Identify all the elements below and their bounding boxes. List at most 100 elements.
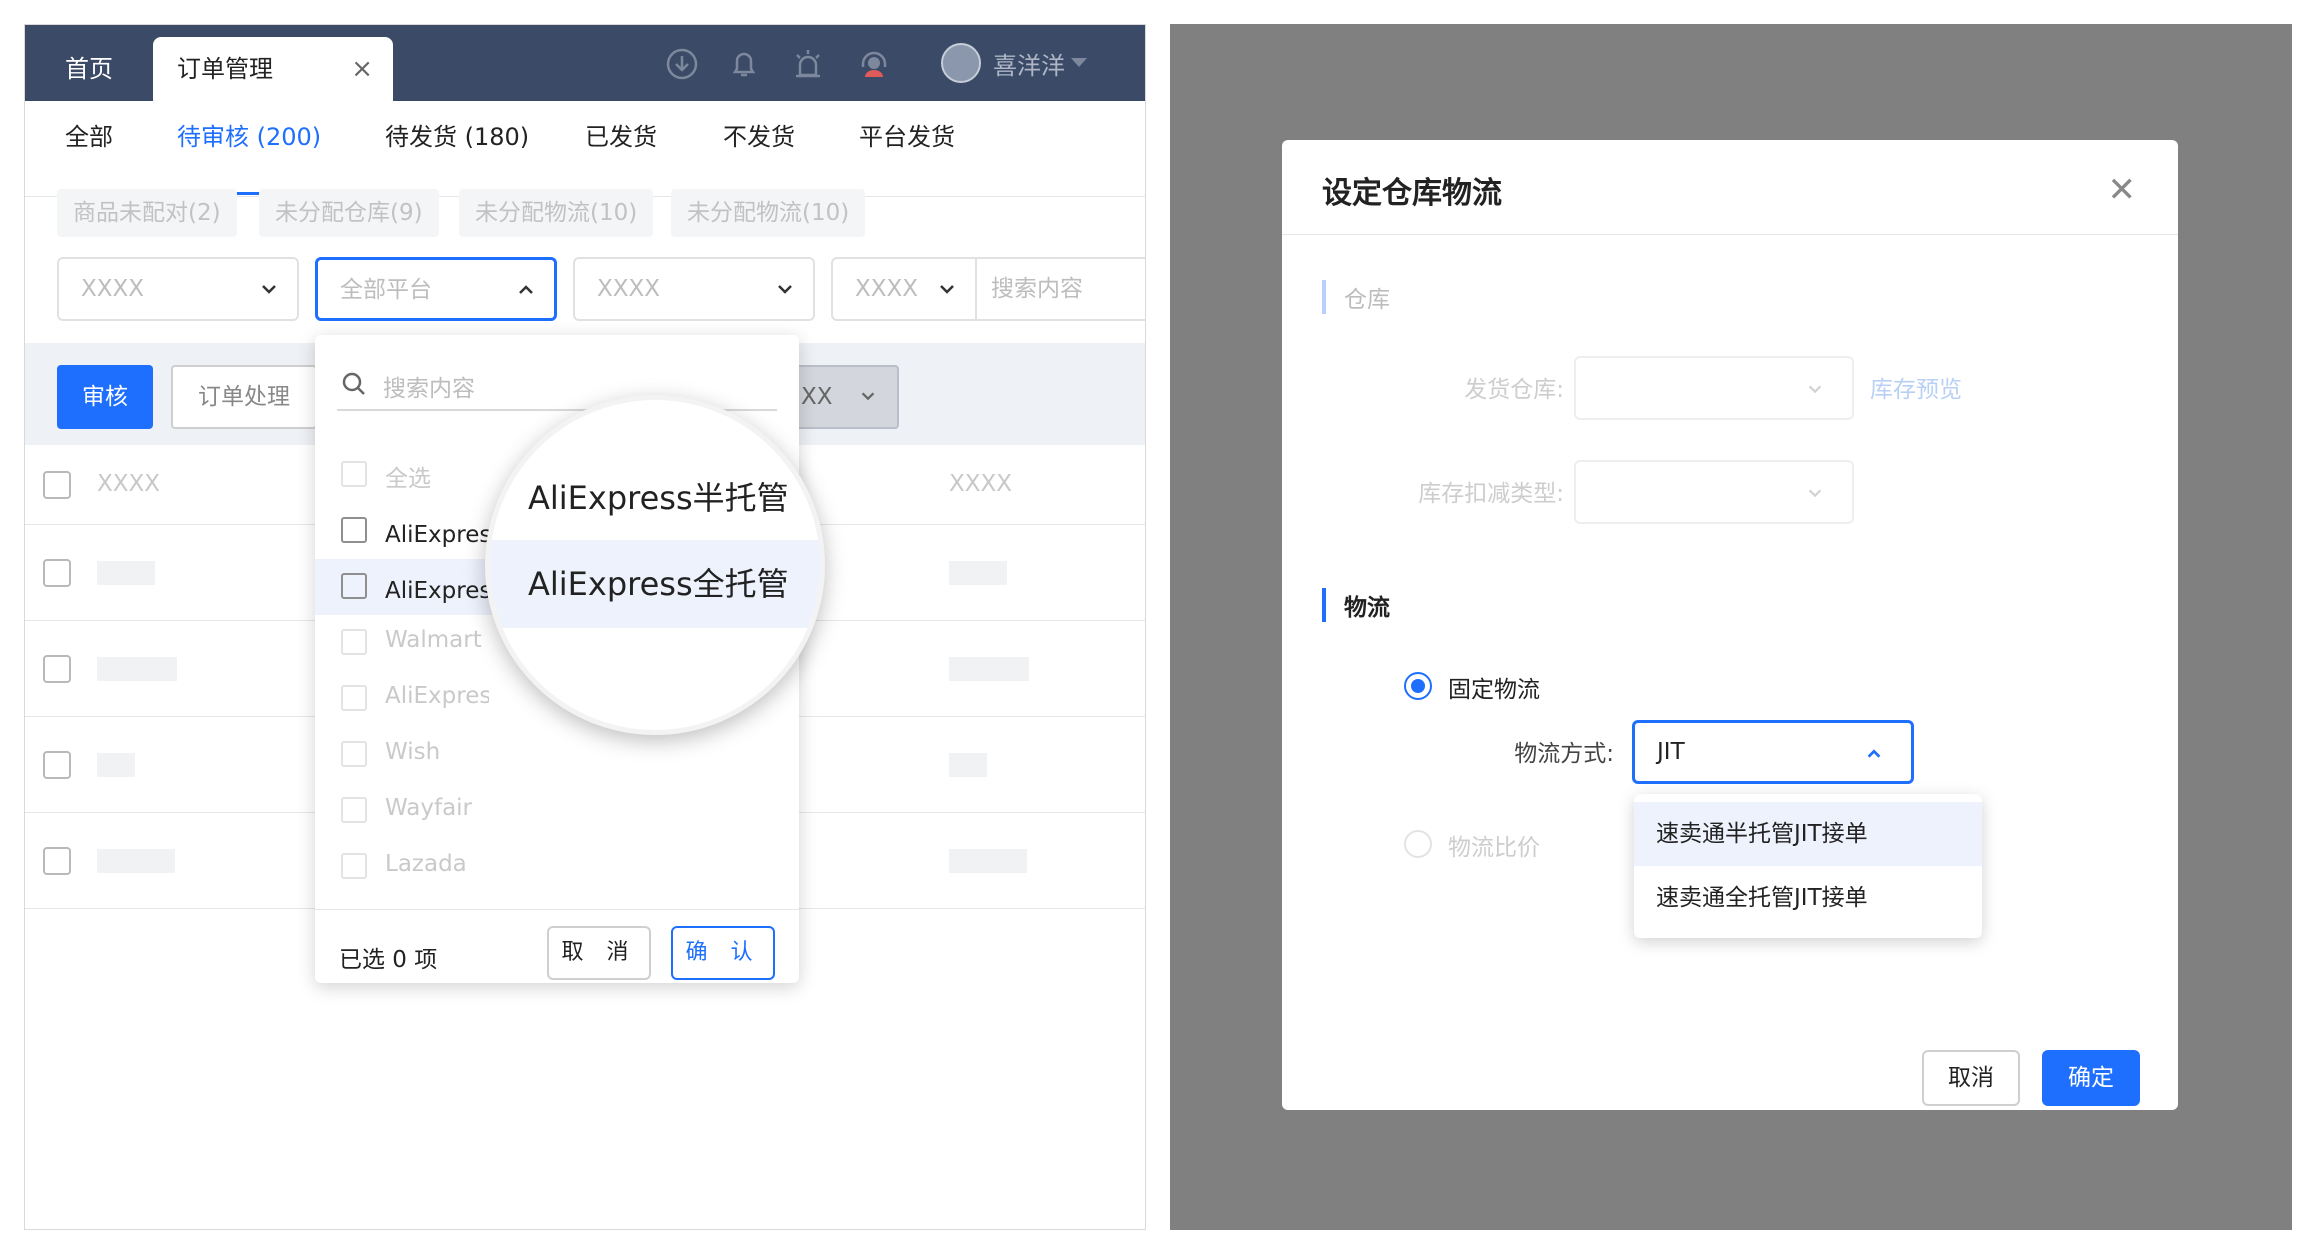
- cell-placeholder: [949, 753, 987, 777]
- chevron-down-icon: [940, 285, 954, 294]
- logistics-method-dropdown: 速卖通半托管JIT接单 速卖通全托管JIT接单: [1634, 794, 1982, 938]
- chevron-down-icon: [1808, 385, 1822, 394]
- caret-down-icon: [1071, 58, 1087, 67]
- option-label: Wayfair: [385, 795, 473, 821]
- option-label: Wish: [385, 739, 441, 765]
- selected-count: 已选 0 项: [339, 947, 438, 973]
- column-header: XXXX: [97, 471, 161, 497]
- row-checkbox[interactable]: [43, 655, 71, 683]
- option-label: AliExpress半托管: [385, 522, 489, 548]
- confirm-button[interactable]: 确定: [2042, 1050, 2140, 1106]
- filter-select-3[interactable]: XXXX: [573, 257, 815, 321]
- option-checkbox[interactable]: [341, 685, 367, 711]
- dropdown-search-placeholder: 搜索内容: [383, 376, 475, 402]
- chevron-down-icon: [861, 392, 875, 401]
- cell-placeholder: [97, 657, 177, 681]
- tab-platform-ship[interactable]: 平台发货: [859, 101, 955, 173]
- deduct-type-select[interactable]: [1574, 460, 1854, 524]
- option-wayfair[interactable]: Wayfair: [315, 783, 799, 839]
- cell-placeholder: [949, 561, 1007, 585]
- option-checkbox[interactable]: [341, 797, 367, 823]
- close-icon[interactable]: ✕: [2108, 170, 2137, 210]
- tab-not-ship[interactable]: 不发货: [723, 101, 795, 173]
- logistics-method-value: JIT: [1657, 739, 1685, 765]
- download-icon[interactable]: [665, 47, 699, 81]
- method-option-semi-jit[interactable]: 速卖通半托管JIT接单: [1634, 802, 1982, 866]
- platform-select[interactable]: 全部平台: [315, 257, 557, 321]
- chevron-down-icon: [778, 285, 792, 294]
- filter-select-4-value: XXXX: [855, 276, 919, 302]
- logistics-method-label: 物流方式:: [1514, 741, 1614, 767]
- select-all-checkbox[interactable]: [43, 471, 71, 499]
- search-input[interactable]: 搜索内容: [969, 257, 1145, 321]
- ship-warehouse-select[interactable]: [1574, 356, 1854, 420]
- tab-all[interactable]: 全部: [65, 101, 113, 173]
- chip-unassigned-warehouse[interactable]: 未分配仓库(9): [259, 189, 439, 237]
- method-option-full-jit[interactable]: 速卖通全托管JIT接单: [1634, 866, 1982, 930]
- chevron-up-icon: [519, 285, 533, 294]
- tab-shipped[interactable]: 已发货: [585, 101, 657, 173]
- column-header: XXXX: [949, 471, 1013, 497]
- option-label: Lazada: [385, 851, 467, 877]
- chip-unassigned-logistics[interactable]: 未分配物流(10): [459, 189, 654, 237]
- xx-dropdown-button[interactable]: XX: [785, 365, 899, 429]
- tab-order-management[interactable]: 订单管理 ×: [153, 37, 393, 101]
- chevron-down-icon: [262, 285, 276, 294]
- option-checkbox[interactable]: [341, 853, 367, 879]
- order-process-button[interactable]: 订单处理: [171, 365, 317, 429]
- order-management-panel: 首页 订单管理 × 喜洋洋 全部 待审核 (200) 待发货 (180) 已发货…: [24, 24, 1146, 1230]
- tab-pending-review[interactable]: 待审核 (200): [177, 101, 322, 195]
- option-lazada[interactable]: Lazada: [315, 839, 799, 895]
- filter-select-3-value: XXXX: [597, 276, 661, 302]
- close-tab-icon[interactable]: ×: [351, 37, 373, 101]
- dropdown-confirm-button[interactable]: 确 认: [671, 926, 775, 980]
- filter-select-1-value: XXXX: [81, 276, 145, 302]
- section-logistics: 物流: [1322, 588, 1390, 622]
- option-checkbox[interactable]: [341, 461, 367, 487]
- cell-placeholder: [97, 561, 155, 585]
- cancel-button[interactable]: 取消: [1922, 1050, 2020, 1106]
- chip-unassigned-logistics-2[interactable]: 未分配物流(10): [671, 189, 866, 237]
- stock-preview-link[interactable]: 库存预览: [1870, 370, 1962, 404]
- bell-icon[interactable]: [727, 47, 761, 81]
- tab-pending-ship[interactable]: 待发货 (180): [385, 101, 529, 173]
- logistics-compare-radio[interactable]: [1404, 830, 1432, 858]
- filter-select-4[interactable]: XXXX: [831, 257, 977, 321]
- option-label: AliExpress: [385, 683, 489, 709]
- row-checkbox[interactable]: [43, 847, 71, 875]
- magnified-option: AliExpress全托管: [490, 540, 820, 628]
- option-checkbox[interactable]: [341, 517, 367, 543]
- modal-overlay: 设定仓库物流 ✕ 仓库 发货仓库: 库存预览 库存扣减类型: 物流 固定物流 物…: [1170, 24, 2292, 1230]
- row-checkbox[interactable]: [43, 559, 71, 587]
- option-checkbox[interactable]: [341, 629, 367, 655]
- chevron-down-icon: [1808, 489, 1822, 498]
- option-label: Walmart: [385, 627, 482, 653]
- row-checkbox[interactable]: [43, 751, 71, 779]
- chip-unmatched-product[interactable]: 商品未配对(2): [57, 189, 237, 237]
- search-icon: [342, 372, 365, 395]
- dropdown-footer: 已选 0 项 取 消 确 认: [315, 909, 799, 983]
- option-checkbox[interactable]: [341, 741, 367, 767]
- filter-select-1[interactable]: XXXX: [57, 257, 299, 321]
- cell-placeholder: [97, 753, 135, 777]
- alarm-icon[interactable]: [791, 47, 825, 81]
- logistics-compare-label: 物流比价: [1448, 835, 1540, 861]
- option-checkbox[interactable]: [341, 573, 367, 599]
- dropdown-cancel-button[interactable]: 取 消: [547, 926, 651, 980]
- logistics-method-select[interactable]: JIT: [1632, 720, 1914, 784]
- user-name: 喜洋洋: [993, 51, 1065, 80]
- option-wish[interactable]: Wish: [315, 727, 799, 783]
- review-button[interactable]: 审核: [57, 365, 153, 429]
- option-label: 全选: [385, 466, 431, 492]
- modal-title: 设定仓库物流: [1322, 176, 1502, 211]
- warehouse-logistics-modal: 设定仓库物流 ✕ 仓库 发货仓库: 库存预览 库存扣减类型: 物流 固定物流 物…: [1282, 140, 2178, 1110]
- cell-placeholder: [949, 657, 1029, 681]
- chevron-up-icon: [1867, 749, 1881, 758]
- fixed-logistics-radio[interactable]: [1404, 672, 1432, 700]
- avatar: [941, 43, 981, 83]
- ship-warehouse-label: 发货仓库:: [1464, 377, 1564, 403]
- status-tabs: 全部 待审核 (200) 待发货 (180) 已发货 不发货 平台发货: [25, 101, 1145, 197]
- user-menu[interactable]: 喜洋洋: [941, 41, 1087, 85]
- headset-icon[interactable]: [857, 47, 891, 81]
- tab-home[interactable]: 首页: [65, 37, 113, 101]
